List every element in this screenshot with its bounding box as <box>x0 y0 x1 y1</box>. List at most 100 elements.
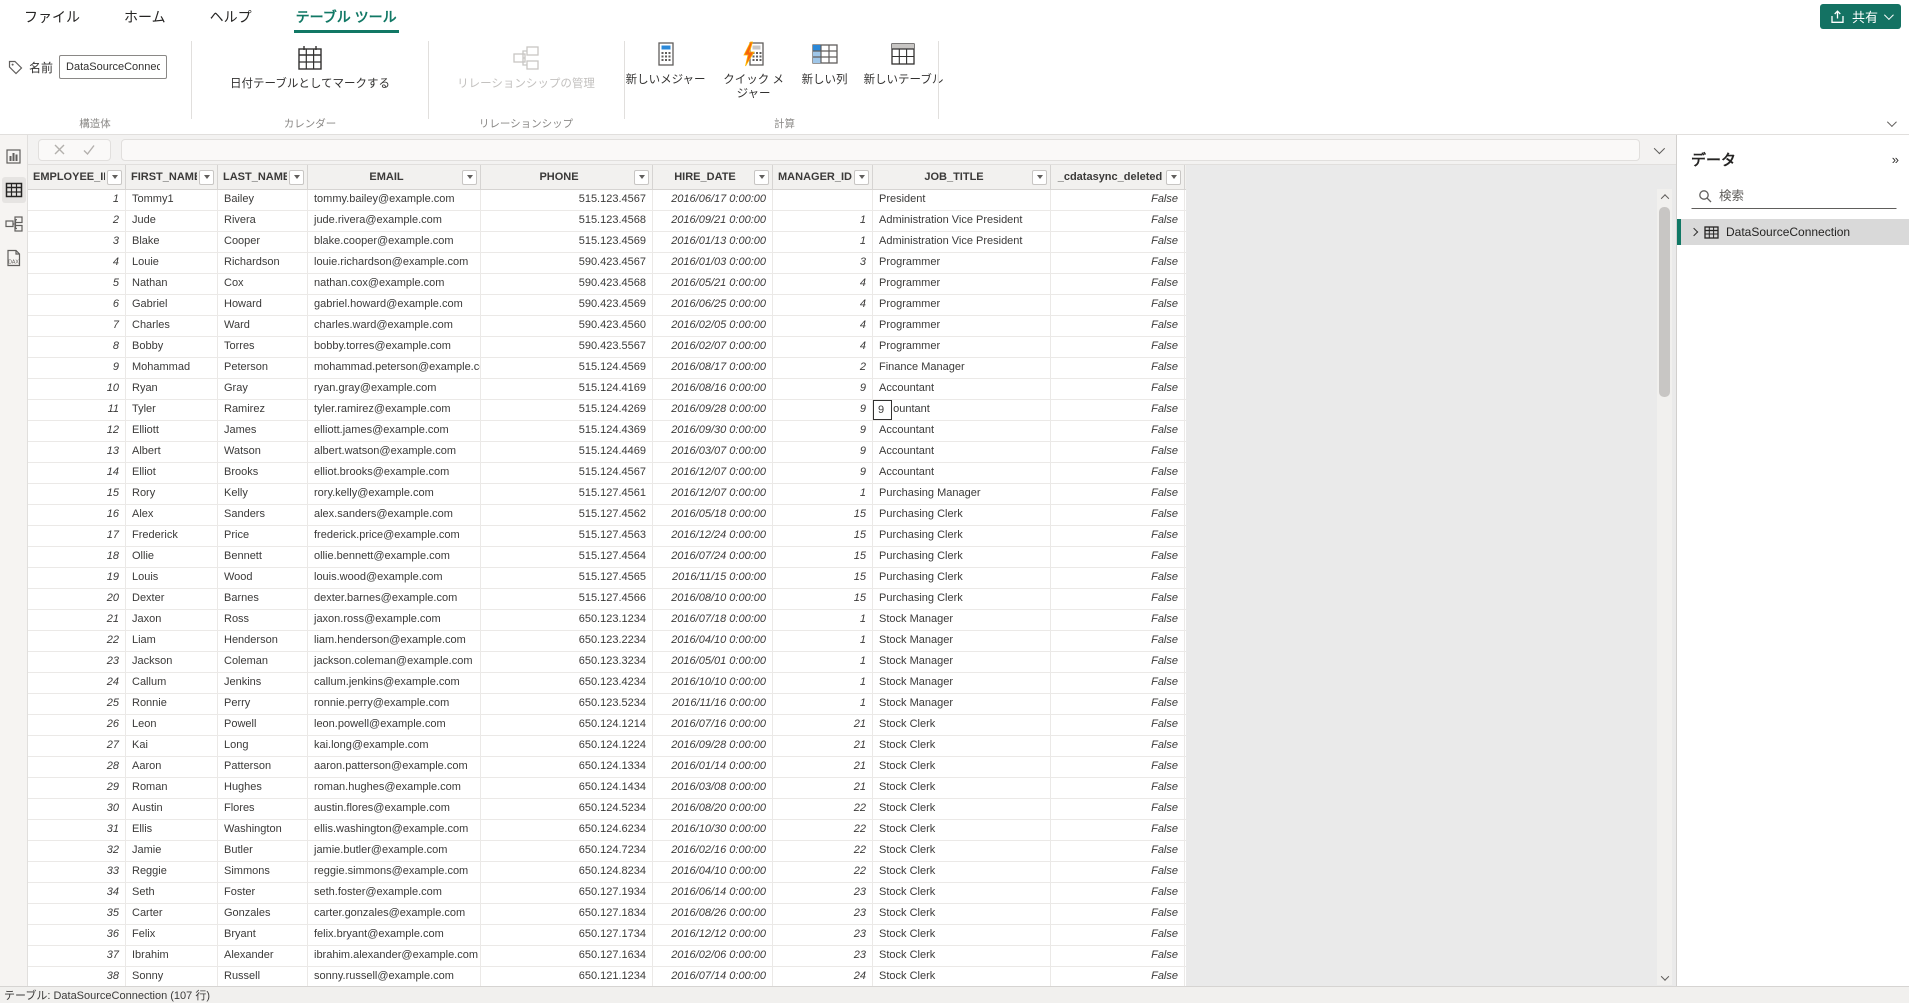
cell-JOB_TITLE[interactable]: Stock Manager <box>873 673 1051 693</box>
cell-LAST_NAME[interactable]: Price <box>218 526 308 546</box>
dax-query-view-button[interactable]: DAX <box>2 245 26 271</box>
cell-EMPLOYEE_ID[interactable]: 18 <box>28 547 126 567</box>
cell-PHONE[interactable]: 590.423.4560 <box>481 316 653 336</box>
cell-MANAGER_ID[interactable]: 21 <box>773 715 873 735</box>
cell-_cdatasync_deleted[interactable]: False <box>1051 757 1185 777</box>
cell-EMAIL[interactable]: jamie.butler@example.com <box>308 841 481 861</box>
report-view-button[interactable] <box>2 143 26 169</box>
filter-dropdown-icon[interactable] <box>754 170 769 185</box>
cell-JOB_TITLE[interactable]: Finance Manager <box>873 358 1051 378</box>
cell-FIRST_NAME[interactable]: Ronnie <box>126 694 218 714</box>
cell-FIRST_NAME[interactable]: Mohammad <box>126 358 218 378</box>
table-view-button[interactable] <box>2 177 26 203</box>
cell-EMAIL[interactable]: jude.rivera@example.com <box>308 211 481 231</box>
cell-PHONE[interactable]: 650.127.1834 <box>481 904 653 924</box>
search-input[interactable] <box>1719 189 1869 203</box>
filter-dropdown-icon[interactable] <box>634 170 649 185</box>
cell-_cdatasync_deleted[interactable]: False <box>1051 946 1185 966</box>
cell-LAST_NAME[interactable]: Flores <box>218 799 308 819</box>
cell-EMPLOYEE_ID[interactable]: 1 <box>28 190 126 210</box>
cell-MANAGER_ID[interactable]: 22 <box>773 820 873 840</box>
new-measure-button[interactable]: 新しいメジャー <box>618 35 714 89</box>
selected-cell-box[interactable]: 9 <box>873 400 892 420</box>
cell-JOB_TITLE[interactable]: 9ountant <box>873 400 1051 420</box>
cell-PHONE[interactable]: 650.124.6234 <box>481 820 653 840</box>
filter-dropdown-icon[interactable] <box>107 170 122 185</box>
cell-HIRE_DATE[interactable]: 2016/04/10 0:00:00 <box>653 862 773 882</box>
cell-MANAGER_ID[interactable]: 23 <box>773 946 873 966</box>
cell-PHONE[interactable]: 515.127.4565 <box>481 568 653 588</box>
cell-EMPLOYEE_ID[interactable]: 12 <box>28 421 126 441</box>
cell-JOB_TITLE[interactable]: Purchasing Clerk <box>873 589 1051 609</box>
cell-EMPLOYEE_ID[interactable]: 8 <box>28 337 126 357</box>
cell-FIRST_NAME[interactable]: Jamie <box>126 841 218 861</box>
cell-HIRE_DATE[interactable]: 2016/03/08 0:00:00 <box>653 778 773 798</box>
cell-EMPLOYEE_ID[interactable]: 7 <box>28 316 126 336</box>
cell-JOB_TITLE[interactable]: Stock Clerk <box>873 799 1051 819</box>
cell-PHONE[interactable]: 650.121.1234 <box>481 967 653 986</box>
cell-MANAGER_ID[interactable]: 4 <box>773 316 873 336</box>
cell-_cdatasync_deleted[interactable]: False <box>1051 715 1185 735</box>
cell-EMPLOYEE_ID[interactable]: 15 <box>28 484 126 504</box>
cell-JOB_TITLE[interactable]: Programmer <box>873 274 1051 294</box>
cell-PHONE[interactable]: 515.127.4566 <box>481 589 653 609</box>
cell-HIRE_DATE[interactable]: 2016/11/15 0:00:00 <box>653 568 773 588</box>
cell-JOB_TITLE[interactable]: Programmer <box>873 295 1051 315</box>
cell-LAST_NAME[interactable]: Ramirez <box>218 400 308 420</box>
cell-JOB_TITLE[interactable]: Stock Clerk <box>873 736 1051 756</box>
column-header-FIRST_NAME[interactable]: FIRST_NAME <box>126 165 218 189</box>
cell-FIRST_NAME[interactable]: Carter <box>126 904 218 924</box>
column-header-PHONE[interactable]: PHONE <box>481 165 653 189</box>
cell-HIRE_DATE[interactable]: 2016/09/28 0:00:00 <box>653 400 773 420</box>
cell-LAST_NAME[interactable]: Perry <box>218 694 308 714</box>
cell-_cdatasync_deleted[interactable]: False <box>1051 967 1185 986</box>
cell-LAST_NAME[interactable]: Kelly <box>218 484 308 504</box>
cell-MANAGER_ID[interactable]: 23 <box>773 904 873 924</box>
cell-EMAIL[interactable]: ibrahim.alexander@example.com <box>308 946 481 966</box>
cell-_cdatasync_deleted[interactable]: False <box>1051 631 1185 651</box>
cell-LAST_NAME[interactable]: Howard <box>218 295 308 315</box>
cell-EMAIL[interactable]: rory.kelly@example.com <box>308 484 481 504</box>
cell-EMPLOYEE_ID[interactable]: 36 <box>28 925 126 945</box>
cell-PHONE[interactable]: 650.127.1634 <box>481 946 653 966</box>
cell-LAST_NAME[interactable]: Foster <box>218 883 308 903</box>
cell-LAST_NAME[interactable]: Barnes <box>218 589 308 609</box>
cell-PHONE[interactable]: 590.423.5567 <box>481 337 653 357</box>
cell-_cdatasync_deleted[interactable]: False <box>1051 589 1185 609</box>
cell-EMPLOYEE_ID[interactable]: 10 <box>28 379 126 399</box>
cell-EMPLOYEE_ID[interactable]: 38 <box>28 967 126 986</box>
cell-EMPLOYEE_ID[interactable]: 13 <box>28 442 126 462</box>
cell-EMAIL[interactable]: callum.jenkins@example.com <box>308 673 481 693</box>
cell-EMPLOYEE_ID[interactable]: 22 <box>28 631 126 651</box>
cell-HIRE_DATE[interactable]: 2016/02/06 0:00:00 <box>653 946 773 966</box>
cell-EMAIL[interactable]: charles.ward@example.com <box>308 316 481 336</box>
tab-file[interactable]: ファイル <box>14 0 90 33</box>
cell-JOB_TITLE[interactable]: Stock Clerk <box>873 904 1051 924</box>
cell-HIRE_DATE[interactable]: 2016/01/13 0:00:00 <box>653 232 773 252</box>
cell-PHONE[interactable]: 650.123.3234 <box>481 652 653 672</box>
cell-EMPLOYEE_ID[interactable]: 11 <box>28 400 126 420</box>
cell-PHONE[interactable]: 650.127.1734 <box>481 925 653 945</box>
cell-EMAIL[interactable]: carter.gonzales@example.com <box>308 904 481 924</box>
filter-dropdown-icon[interactable] <box>462 170 477 185</box>
cell-MANAGER_ID[interactable]: 4 <box>773 274 873 294</box>
cell-EMAIL[interactable]: ronnie.perry@example.com <box>308 694 481 714</box>
formula-input[interactable] <box>121 139 1640 161</box>
cell-JOB_TITLE[interactable]: Stock Clerk <box>873 967 1051 986</box>
column-header-JOB_TITLE[interactable]: JOB_TITLE <box>873 165 1051 189</box>
scrollbar-thumb[interactable] <box>1659 207 1670 397</box>
tab-help[interactable]: ヘルプ <box>200 0 262 33</box>
cell-JOB_TITLE[interactable]: Programmer <box>873 337 1051 357</box>
cancel-icon[interactable] <box>47 143 72 156</box>
cell-EMPLOYEE_ID[interactable]: 37 <box>28 946 126 966</box>
cell-FIRST_NAME[interactable]: Elliott <box>126 421 218 441</box>
cell-MANAGER_ID[interactable]: 1 <box>773 484 873 504</box>
column-header-MANAGER_ID[interactable]: MANAGER_ID <box>773 165 873 189</box>
filter-dropdown-icon[interactable] <box>854 170 869 185</box>
cell-PHONE[interactable]: 650.124.1214 <box>481 715 653 735</box>
cell-MANAGER_ID[interactable]: 21 <box>773 757 873 777</box>
cell-_cdatasync_deleted[interactable]: False <box>1051 652 1185 672</box>
cell-LAST_NAME[interactable]: Simmons <box>218 862 308 882</box>
cell-HIRE_DATE[interactable]: 2016/08/26 0:00:00 <box>653 904 773 924</box>
cell-LAST_NAME[interactable]: Long <box>218 736 308 756</box>
